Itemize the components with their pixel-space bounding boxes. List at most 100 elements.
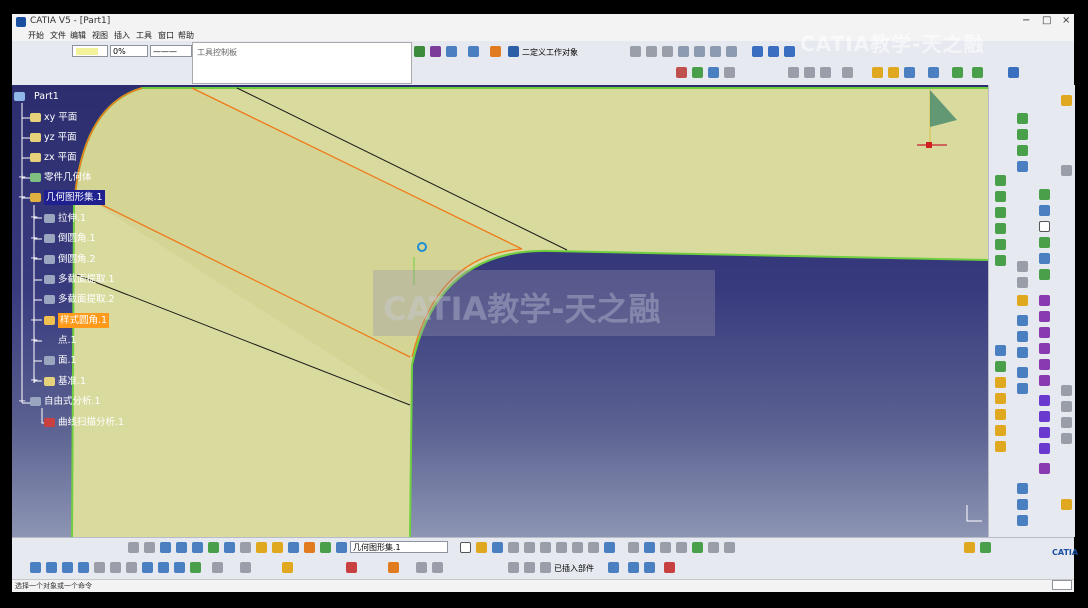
- insert-label[interactable]: 已插入部件: [554, 563, 594, 574]
- expand-icon[interactable]: +: [30, 376, 38, 386]
- bt-icon-5[interactable]: [192, 542, 203, 553]
- bt-icon-12[interactable]: [304, 542, 315, 553]
- tool-icon-11[interactable]: [676, 67, 687, 78]
- bt-icon-14[interactable]: [336, 542, 347, 553]
- tool-icon-18[interactable]: [842, 67, 853, 78]
- draft-icon[interactable]: [468, 46, 479, 57]
- color-combo[interactable]: [72, 45, 108, 57]
- tool-icon-4[interactable]: [678, 46, 689, 57]
- tool-r9-icon[interactable]: [995, 223, 1006, 234]
- menu-file[interactable]: 文件: [50, 30, 66, 41]
- bt2-icon-8[interactable]: [524, 562, 535, 573]
- bt-icon-8[interactable]: [240, 542, 251, 553]
- bt-icon-11[interactable]: [288, 542, 299, 553]
- tool-icon-21[interactable]: [904, 67, 915, 78]
- help-icon[interactable]: [604, 542, 615, 553]
- zoom-in-icon[interactable]: [94, 562, 105, 573]
- expand-icon[interactable]: +: [18, 173, 26, 183]
- tool-r35-icon[interactable]: [1017, 367, 1028, 378]
- new-icon[interactable]: [460, 542, 471, 553]
- tool-r1-icon[interactable]: [1017, 113, 1028, 124]
- tool-r31-icon[interactable]: [1039, 463, 1050, 474]
- tool-r24-icon[interactable]: [1039, 343, 1050, 354]
- tool-r43-icon[interactable]: [995, 441, 1006, 452]
- tool-icon-12[interactable]: [692, 67, 703, 78]
- tool-icon-1[interactable]: [630, 46, 641, 57]
- minimize-button[interactable]: −: [1022, 15, 1030, 26]
- set-work-object-label[interactable]: 二定义工作对象: [522, 47, 578, 58]
- tool-r39-icon[interactable]: [995, 377, 1006, 388]
- tool-icon-16[interactable]: [804, 67, 815, 78]
- tool-r5-icon[interactable]: [1061, 165, 1072, 176]
- tool-r11-icon[interactable]: [995, 255, 1006, 266]
- bt-icon-10[interactable]: [272, 542, 283, 553]
- swap-space-icon[interactable]: [212, 562, 223, 573]
- tool-r7-icon[interactable]: [995, 191, 1006, 202]
- bt2-icon-11[interactable]: [628, 562, 639, 573]
- transparency-combo[interactable]: 0%: [110, 45, 148, 57]
- hide-show-icon[interactable]: [190, 562, 201, 573]
- expand-icon[interactable]: +: [30, 234, 38, 244]
- line-type-combo[interactable]: ———: [150, 45, 192, 57]
- tool-icon-23[interactable]: [952, 67, 963, 78]
- tool-r8-icon[interactable]: [995, 207, 1006, 218]
- tool-r27-icon[interactable]: [1039, 395, 1050, 406]
- tools-palette[interactable]: 工具控制板: [192, 42, 412, 84]
- print-icon[interactable]: [508, 542, 519, 553]
- tool-r20-icon[interactable]: [1017, 295, 1028, 306]
- tool-r25-icon[interactable]: [1039, 359, 1050, 370]
- curvature-icon[interactable]: [446, 46, 457, 57]
- menu-edit[interactable]: 编辑: [70, 30, 86, 41]
- bt-icon-6[interactable]: [208, 542, 219, 553]
- bt-icon-17[interactable]: [676, 542, 687, 553]
- menu-help[interactable]: 帮助: [178, 30, 194, 41]
- expand-icon[interactable]: +: [30, 213, 38, 223]
- analysis-icon[interactable]: [430, 46, 441, 57]
- menu-start[interactable]: 开始: [28, 30, 44, 41]
- tool-r30-icon[interactable]: [1039, 443, 1050, 454]
- bt2-icon-4[interactable]: [388, 562, 399, 573]
- tool-r19-icon[interactable]: [1017, 277, 1028, 288]
- tool-icon-25[interactable]: [1008, 67, 1019, 78]
- fit-all-icon[interactable]: [46, 562, 57, 573]
- menu-window[interactable]: 窗口: [158, 30, 174, 41]
- tool-r49-icon[interactable]: [1017, 499, 1028, 510]
- copy-icon[interactable]: [540, 542, 551, 553]
- sketch-icon[interactable]: [1061, 95, 1072, 106]
- tool-icon-14[interactable]: [724, 67, 735, 78]
- menu-tools[interactable]: 工具: [136, 30, 152, 41]
- geometric-set-combo[interactable]: 几何图形集.1: [350, 541, 448, 553]
- tool-icon-6[interactable]: [710, 46, 721, 57]
- tool-r22-icon[interactable]: [1039, 311, 1050, 322]
- tool-icon-7[interactable]: [726, 46, 737, 57]
- tool-r4-icon[interactable]: [1017, 161, 1028, 172]
- bt2-icon-3[interactable]: [346, 562, 357, 573]
- tool-icon-10[interactable]: [784, 46, 795, 57]
- tool-r21-icon[interactable]: [1039, 295, 1050, 306]
- bt-icon-4[interactable]: [176, 542, 187, 553]
- bt2-icon-10[interactable]: [608, 562, 619, 573]
- tool-r44-icon[interactable]: [1061, 385, 1072, 396]
- bt-icon-19[interactable]: [708, 542, 719, 553]
- cut-icon[interactable]: [524, 542, 535, 553]
- bt2-icon-6[interactable]: [432, 562, 443, 573]
- bt-icon-21[interactable]: [964, 542, 975, 553]
- tool-icon-13[interactable]: [708, 67, 719, 78]
- expand-icon[interactable]: +: [30, 316, 38, 326]
- tool-r16-icon[interactable]: [1039, 253, 1050, 264]
- tool-r48-icon[interactable]: [1017, 483, 1028, 494]
- bt2-icon-2[interactable]: [282, 562, 293, 573]
- bt-icon-15[interactable]: [644, 542, 655, 553]
- tool-r32-icon[interactable]: [1017, 315, 1028, 326]
- tool-r42-icon[interactable]: [995, 425, 1006, 436]
- tool-r2-icon[interactable]: [1017, 129, 1028, 140]
- tool-r15-icon[interactable]: [1039, 237, 1050, 248]
- bt2-icon-5[interactable]: [416, 562, 427, 573]
- normal-view-icon[interactable]: [126, 562, 137, 573]
- tool-r34-icon[interactable]: [1017, 347, 1028, 358]
- tool-r29-icon[interactable]: [1039, 427, 1050, 438]
- tool-icon-2[interactable]: [646, 46, 657, 57]
- selection-icon[interactable]: [414, 46, 425, 57]
- bt2-icon-7[interactable]: [508, 562, 519, 573]
- tool-icon-22[interactable]: [928, 67, 939, 78]
